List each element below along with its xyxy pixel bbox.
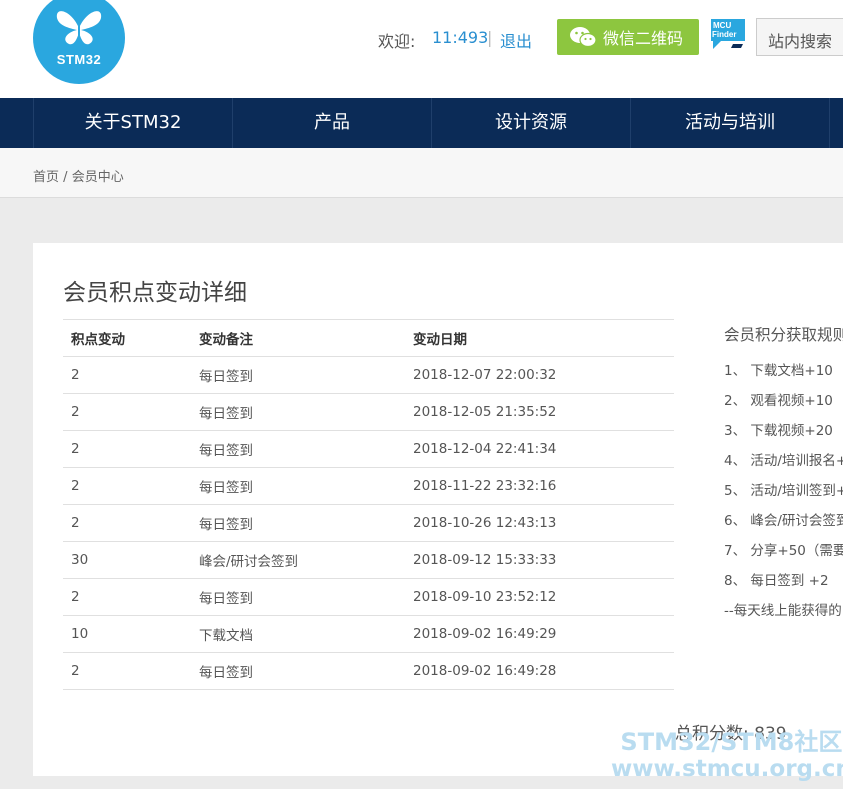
wechat-qrcode-button[interactable]: 微信二维码 xyxy=(557,19,699,55)
rule-item: 5、 活动/培训签到+ xyxy=(724,483,843,499)
column-header-date: 变动日期 xyxy=(405,319,674,357)
welcome-label: 欢迎: xyxy=(378,32,416,51)
stm32-logo[interactable]: STM32 xyxy=(33,0,125,84)
nav-divider xyxy=(829,98,843,148)
cell-date: 2018-11-22 23:32:16 xyxy=(405,467,674,505)
rules-title: 会员积分获取规则 xyxy=(724,326,843,344)
table-row: 2 每日签到 2018-12-04 22:41:34 xyxy=(63,430,674,468)
column-header-remark: 变动备注 xyxy=(191,319,405,357)
cell-remark: 下载文档 xyxy=(191,615,405,653)
cell-remark: 峰会/研讨会签到 xyxy=(191,541,405,579)
wechat-icon xyxy=(569,25,597,49)
cell-remark: 每日签到 xyxy=(191,356,405,394)
cell-points: 2 xyxy=(63,393,191,431)
cell-date: 2018-09-12 15:33:33 xyxy=(405,541,674,579)
logout-link[interactable]: 退出 xyxy=(500,28,532,52)
rule-item: 1、 下载文档+10 xyxy=(724,363,833,379)
cell-remark: 每日签到 xyxy=(191,578,405,616)
rule-item: 8、 每日签到 +2 xyxy=(724,573,829,589)
butterfly-icon xyxy=(56,11,102,45)
cell-points: 2 xyxy=(63,504,191,542)
nav-item-design-resources[interactable]: 设计资源 xyxy=(431,98,630,148)
watermark-line2: www.stmcu.org.cn xyxy=(611,756,843,782)
cell-points: 2 xyxy=(63,467,191,505)
breadcrumb-current[interactable]: 会员中心 xyxy=(72,170,124,185)
site-search-input[interactable]: 站内搜索 xyxy=(756,18,843,56)
table-row: 2 每日签到 2018-10-26 12:43:13 xyxy=(63,504,674,542)
cell-remark: 每日签到 xyxy=(191,467,405,505)
table-row: 2 每日签到 2018-11-22 23:32:16 xyxy=(63,467,674,505)
table-row: 2 每日签到 2018-12-07 22:00:32 xyxy=(63,356,674,394)
main-nav: 关于STM32 产品 设计资源 活动与培训 xyxy=(0,98,843,148)
rule-note: --每天线上能获得的 xyxy=(724,603,842,619)
cell-date: 2018-09-10 23:52:12 xyxy=(405,578,674,616)
cell-points: 2 xyxy=(63,356,191,394)
mcu-text: MCU xyxy=(713,21,731,30)
breadcrumb-separator: / xyxy=(63,170,68,185)
table-row: 2 每日签到 2018-09-10 23:52:12 xyxy=(63,578,674,616)
rule-item: 3、 下载视频+20 xyxy=(724,423,833,439)
table-row: 2 每日签到 2018-09-02 16:49:28 xyxy=(63,652,674,690)
cell-remark: 每日签到 xyxy=(191,652,405,690)
wechat-label: 微信二维码 xyxy=(603,29,684,48)
header-separator: | xyxy=(487,28,493,47)
page-title: 会员积点变动详细 xyxy=(63,280,247,306)
cell-points: 30 xyxy=(63,541,191,579)
rule-item: 4、 活动/培训报名+ xyxy=(724,453,843,469)
watermark-line1: STM32/STM8社区 xyxy=(620,728,843,756)
cell-remark: 每日签到 xyxy=(191,504,405,542)
cell-date: 2018-09-02 16:49:28 xyxy=(405,652,674,690)
content-panel: 会员积点变动详细 积点变动 变动备注 变动日期 2 每日签到 2018-12-0… xyxy=(33,243,843,776)
cell-date: 2018-12-07 22:00:32 xyxy=(405,356,674,394)
cell-remark: 每日签到 xyxy=(191,393,405,431)
username-link[interactable]: 11:493 xyxy=(432,28,488,47)
rule-item: 2、 观看视频+10 xyxy=(724,393,833,409)
cell-date: 2018-09-02 16:49:29 xyxy=(405,615,674,653)
table-row: 10 下载文档 2018-09-02 16:49:29 xyxy=(63,615,674,653)
rule-item: 6、 峰会/研讨会签到 xyxy=(724,513,843,529)
table-row: 30 峰会/研讨会签到 2018-09-12 15:33:33 xyxy=(63,541,674,579)
nav-item-products[interactable]: 产品 xyxy=(232,98,431,148)
breadcrumb: 首页 / 会员中心 xyxy=(33,166,124,185)
table-header-row: 积点变动 变动备注 变动日期 xyxy=(63,319,674,357)
finder-text: Finder xyxy=(712,30,736,39)
cell-date: 2018-12-04 22:41:34 xyxy=(405,430,674,468)
points-table: 积点变动 变动备注 变动日期 2 每日签到 2018-12-07 22:00:3… xyxy=(63,319,674,690)
breadcrumb-home[interactable]: 首页 xyxy=(33,170,59,185)
site-header: STM32 欢迎: 11:493 | 退出 微信二维码 MCU Finder 站… xyxy=(0,0,843,98)
cell-points: 2 xyxy=(63,430,191,468)
nav-item-events[interactable]: 活动与培训 xyxy=(630,98,829,148)
nav-item-about[interactable]: 关于STM32 xyxy=(33,98,232,148)
cell-points: 10 xyxy=(63,615,191,653)
cell-date: 2018-10-26 12:43:13 xyxy=(405,504,674,542)
cell-remark: 每日签到 xyxy=(191,430,405,468)
cell-points: 2 xyxy=(63,652,191,690)
table-row: 2 每日签到 2018-12-05 21:35:52 xyxy=(63,393,674,431)
cell-points: 2 xyxy=(63,578,191,616)
column-header-points: 积点变动 xyxy=(63,319,191,357)
breadcrumb-bar: 首页 / 会员中心 xyxy=(0,148,843,198)
rule-item: 7、 分享+50（需要 xyxy=(724,543,843,559)
cell-date: 2018-12-05 21:35:52 xyxy=(405,393,674,431)
logo-text: STM32 xyxy=(56,52,102,67)
mcu-finder-logo[interactable]: MCU Finder xyxy=(709,17,747,51)
points-rules: 会员积分获取规则 1、 下载文档+10 2、 观看视频+10 3、 下载视频+2… xyxy=(724,323,843,619)
site-watermark: STM32/STM8社区 www.stmcu.org.cn xyxy=(611,729,843,783)
